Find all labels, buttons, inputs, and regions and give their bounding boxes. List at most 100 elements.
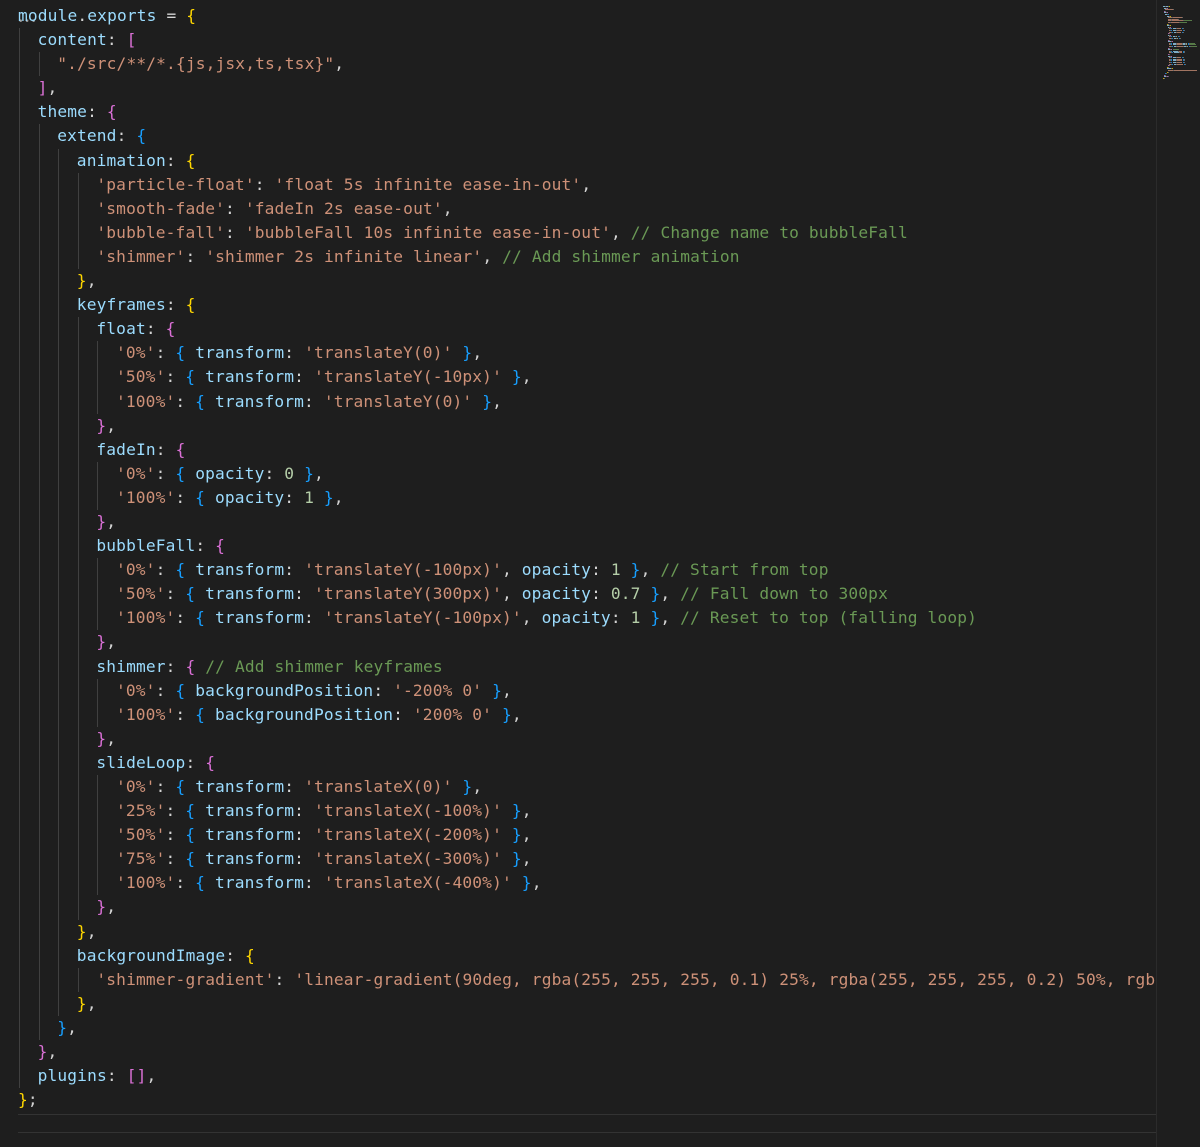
code-line[interactable]: '0%': { transform: 'translateY(0)' },	[18, 341, 1156, 366]
code-token: 'translateX(-200%)'	[313, 825, 502, 845]
indent-guide	[38, 919, 40, 944]
code-line[interactable]: keyframes: {	[18, 293, 1156, 318]
code-token: transform	[205, 367, 295, 387]
code-token: ,	[521, 367, 532, 387]
code-line[interactable]: fadeIn: {	[18, 437, 1156, 462]
indent-guide	[19, 606, 20, 631]
code-line[interactable]: '0%': { backgroundPosition: '-200% 0' },	[18, 678, 1156, 703]
code-line-content: },	[77, 269, 97, 293]
code-token: }	[462, 777, 473, 796]
code-line[interactable]: },	[18, 630, 1156, 655]
code-token: fadeIn	[96, 439, 156, 459]
code-line[interactable]: bubbleFall: {	[18, 534, 1156, 559]
code-line[interactable]: '100%': { transform: 'translateY(0)' },	[18, 389, 1156, 414]
code-line[interactable]: '100%': { transform: 'translateY(-100px)…	[18, 606, 1156, 631]
code-token: :	[284, 777, 305, 796]
code-line[interactable]: 'smooth-fade': 'fadeIn 2s ease-out',	[18, 196, 1156, 221]
code-line-content: '0%': { backgroundPosition: '-200% 0' },	[116, 679, 512, 703]
code-line[interactable]: 'shimmer-gradient': 'linear-gradient(90d…	[18, 967, 1156, 992]
minimap-segment	[1177, 31, 1182, 33]
code-line[interactable]: '0%': { transform: 'translateX(0)' },	[18, 775, 1156, 800]
code-line[interactable]: };	[18, 1088, 1156, 1112]
code-editor[interactable]: ••• module.exports = {content: ["./src/*…	[0, 0, 1156, 1147]
code-line[interactable]: },	[18, 413, 1156, 438]
code-line[interactable]: '50%': { transform: 'translateY(-10px)' …	[18, 365, 1156, 390]
indent-guide	[19, 1064, 20, 1089]
code-line[interactable]: content: [	[18, 28, 1156, 53]
code-line[interactable]: '100%': { transform: 'translateX(-400%)'…	[18, 871, 1156, 896]
code-line[interactable]: '50%': { transform: 'translateY(300px)',…	[18, 582, 1156, 607]
indent-guide	[19, 654, 20, 679]
code-line[interactable]: },	[18, 895, 1156, 920]
code-line[interactable]: ],	[18, 76, 1156, 101]
code-line[interactable]: shimmer: { // Add shimmer keyframes	[18, 654, 1156, 679]
code-lines[interactable]: module.exports = {content: ["./src/**/*.…	[18, 4, 1156, 1112]
minimap-segment	[1171, 46, 1173, 47]
code-line[interactable]: module.exports = {	[18, 4, 1156, 28]
code-line-content: '100%': { transform: 'translateY(-100px)…	[116, 606, 977, 630]
code-line[interactable]: 'shimmer': 'shimmer 2s infinite linear',…	[18, 244, 1156, 270]
code-line[interactable]: float: {	[18, 317, 1156, 342]
code-line[interactable]: plugins: [],	[18, 1064, 1156, 1089]
code-line[interactable]: },	[18, 919, 1156, 944]
minimap[interactable]	[1156, 0, 1200, 1147]
code-line-content: animation: {	[77, 149, 196, 173]
code-line[interactable]: },	[18, 509, 1156, 535]
code-token: }	[76, 921, 87, 941]
code-token: // Reset to top (falling loop)	[680, 608, 978, 628]
code-token: :	[87, 102, 107, 122]
indent-guide	[38, 124, 40, 149]
indent-guide	[77, 196, 79, 221]
editor-bottom-bar	[18, 1114, 1156, 1133]
code-line-content: slideLoop: {	[96, 751, 215, 775]
code-line[interactable]: '75%': { transform: 'translateX(-300%)' …	[18, 847, 1156, 872]
code-line[interactable]: '0%': { opacity: 0 },	[18, 461, 1156, 486]
indent-guide	[77, 606, 79, 631]
indent-guide	[77, 244, 79, 270]
code-line[interactable]: animation: {	[18, 148, 1156, 173]
code-line-content: },	[38, 1040, 58, 1064]
code-line[interactable]: slideLoop: {	[18, 750, 1156, 775]
minimap-segment	[1171, 31, 1173, 33]
code-line[interactable]: },	[18, 1015, 1156, 1041]
code-line-content: '100%': { transform: 'translateX(-400%)'…	[116, 871, 542, 895]
code-line[interactable]: '100%': { backgroundPosition: '200% 0' }…	[18, 702, 1156, 727]
code-token: 'particle-float'	[96, 174, 255, 194]
code-line[interactable]: },	[18, 1040, 1156, 1065]
code-line-content: '0%': { transform: 'translateY(-100px)',…	[116, 558, 829, 582]
code-line[interactable]: "./src/**/*.{js,jsx,ts,tsx}",	[18, 52, 1156, 77]
code-token: :	[254, 174, 275, 194]
code-line[interactable]: '50%': { transform: 'translateX(-200%)' …	[18, 823, 1156, 848]
code-line[interactable]: },	[18, 991, 1156, 1016]
code-line[interactable]: backgroundImage: {	[18, 943, 1156, 968]
indent-guide	[58, 269, 60, 294]
code-line-content: };	[18, 1088, 38, 1112]
code-line[interactable]: },	[18, 269, 1156, 294]
code-line[interactable]: extend: {	[18, 124, 1156, 149]
indent-guide	[38, 702, 40, 727]
minimap-segment	[1184, 63, 1186, 65]
indent-guide	[97, 871, 99, 896]
minimap-segment	[1183, 31, 1185, 33]
code-token: ,	[521, 825, 532, 845]
indent-guide	[19, 991, 20, 1016]
code-token: ,	[333, 487, 344, 507]
code-line[interactable]: '25%': { transform: 'translateX(-100%)' …	[18, 799, 1156, 824]
code-line[interactable]: theme: {	[18, 100, 1156, 125]
code-line-content: },	[77, 992, 97, 1016]
code-token: ,	[47, 78, 58, 98]
code-token: // Add shimmer keyframes	[205, 656, 443, 676]
code-token: bubbleFall	[96, 536, 196, 556]
indent-guide	[58, 172, 60, 197]
code-line[interactable]: },	[18, 726, 1156, 751]
indent-guide	[19, 220, 20, 245]
code-token: '0%'	[116, 777, 156, 796]
code-line[interactable]: 'particle-float': 'float 5s infinite eas…	[18, 172, 1156, 197]
indent-guide	[97, 558, 99, 583]
code-line[interactable]: 'bubble-fall': 'bubbleFall 10s infinite …	[18, 220, 1156, 245]
code-line[interactable]: '100%': { opacity: 1 },	[18, 485, 1156, 510]
code-line[interactable]: '0%': { transform: 'translateY(-100px)',…	[18, 558, 1156, 583]
